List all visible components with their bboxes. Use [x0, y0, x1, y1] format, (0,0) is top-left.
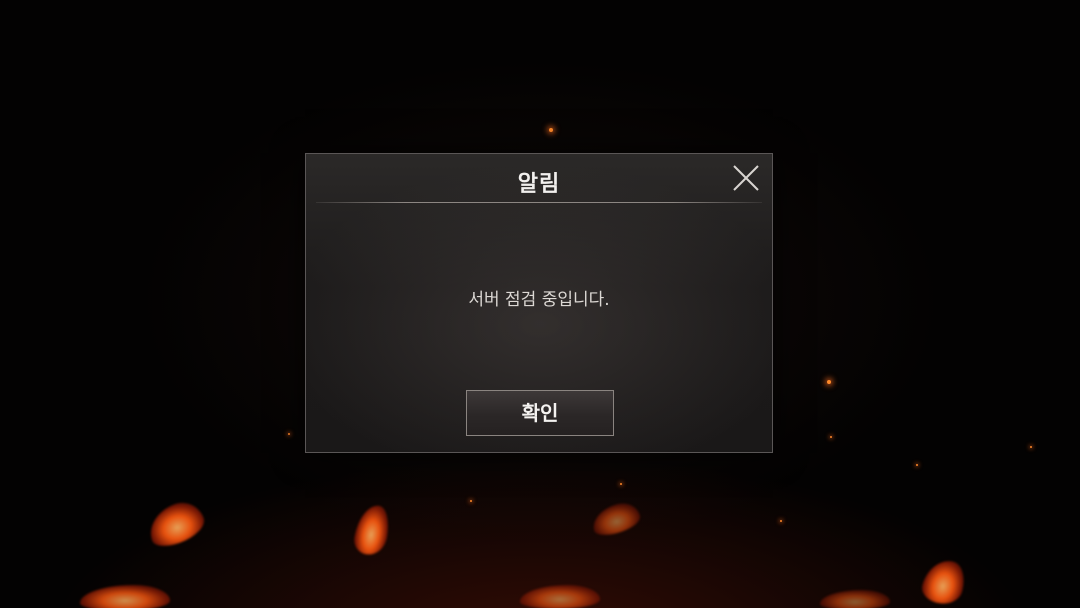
- ember-particle: [1030, 446, 1032, 448]
- flame-decoration: [143, 496, 209, 552]
- notice-dialog: 알림 서버 점검 중입니다. 확인: [305, 153, 773, 453]
- ember-particle: [620, 483, 622, 485]
- game-background: 알림 서버 점검 중입니다. 확인: [0, 0, 1080, 608]
- header-divider: [316, 202, 762, 203]
- ember-particle: [916, 464, 918, 466]
- ember-particle: [470, 500, 472, 502]
- ember-particle: [288, 433, 290, 435]
- dialog-title: 알림: [517, 172, 561, 197]
- close-icon: [733, 165, 759, 191]
- flame-decoration: [520, 585, 600, 608]
- confirm-button[interactable]: 확인: [466, 390, 614, 436]
- dialog-header: 알림: [306, 154, 772, 203]
- close-button[interactable]: [730, 162, 762, 194]
- flame-decoration: [80, 585, 170, 608]
- flame-decoration: [589, 499, 643, 539]
- ember-particle: [549, 128, 553, 132]
- ember-particle: [827, 380, 831, 384]
- flame-decoration: [918, 555, 970, 608]
- ember-particle: [780, 520, 782, 522]
- dialog-message: 서버 점검 중입니다.: [468, 290, 610, 310]
- flame-decoration: [351, 502, 393, 558]
- flame-decoration: [820, 590, 890, 608]
- ember-particle: [830, 436, 832, 438]
